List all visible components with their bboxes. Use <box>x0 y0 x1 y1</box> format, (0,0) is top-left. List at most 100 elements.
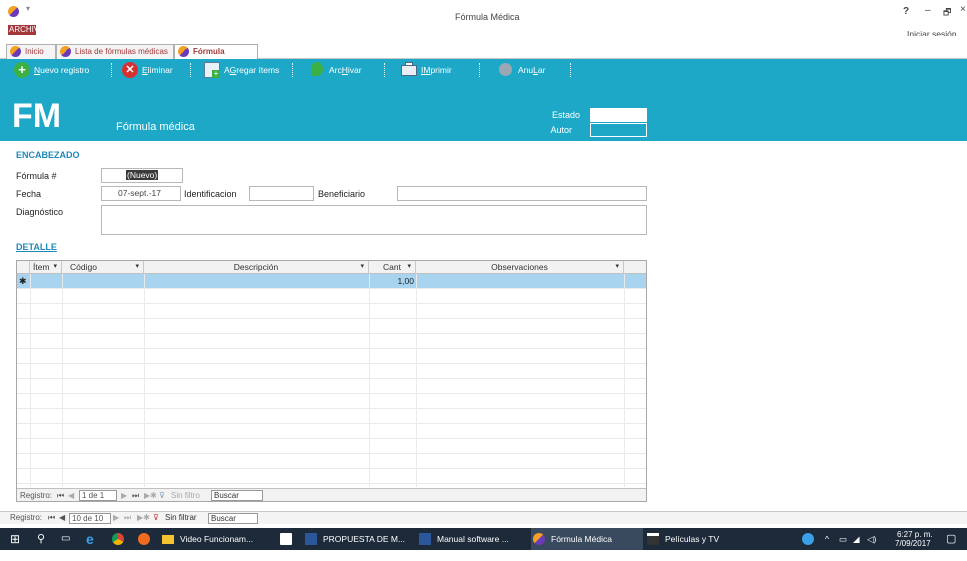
tab-inicio[interactable]: Inicio <box>6 44 56 59</box>
prev-record-button[interactable]: ◀ <box>68 489 74 501</box>
taskbar-app-peliculas[interactable]: Películas y TV <box>645 528 757 550</box>
anular-button[interactable]: AnuLar <box>498 62 545 78</box>
beneficiario-field[interactable] <box>397 186 647 201</box>
chevron-up-icon[interactable]: ^ <box>825 528 829 550</box>
help-tray-icon[interactable] <box>802 533 814 545</box>
network-icon[interactable]: ◢ <box>853 528 860 550</box>
filter-dropdown-icon[interactable]: ▾ <box>407 261 411 273</box>
column-header-codigo[interactable]: Código ▾ <box>62 261 144 274</box>
folder-icon <box>162 535 174 544</box>
fecha-field[interactable]: 07-sept.-17 <box>101 186 181 201</box>
cant-cell[interactable]: 1,00 <box>369 276 414 286</box>
record-position-field[interactable]: 10 de 10 <box>69 513 111 524</box>
table-row <box>17 349 646 364</box>
table-row <box>17 454 646 469</box>
add-icon: + <box>14 62 30 78</box>
prev-record-button[interactable]: ◀ <box>59 512 65 524</box>
filter-dropdown-icon[interactable]: ▾ <box>360 261 364 273</box>
file-menu-button[interactable]: ARCHIVO <box>8 25 45 35</box>
form-icon <box>10 46 21 57</box>
minimize-button[interactable]: – <box>925 5 931 16</box>
first-record-button[interactable]: ⏮ <box>57 489 64 501</box>
start-icon[interactable]: ⊞ <box>10 528 20 550</box>
quick-access-menu-icon[interactable]: ▾ <box>26 4 30 13</box>
fecha-label: Fecha <box>16 189 42 199</box>
detalle-section-title: DETALLE <box>16 242 57 252</box>
toolbar-separator <box>570 63 571 77</box>
column-header-cant[interactable]: Cant ▾ <box>369 261 416 274</box>
last-record-button[interactable]: ⏭ <box>124 512 131 524</box>
restore-button[interactable]: 🗗 <box>943 5 951 21</box>
next-record-button[interactable]: ▶ <box>121 489 127 501</box>
first-record-button[interactable]: ⏮ <box>48 512 55 524</box>
imprimir-button[interactable]: IMprimir <box>401 62 452 78</box>
next-record-button[interactable]: ▶ <box>113 512 119 524</box>
filter-status[interactable]: Sin filtrar <box>165 512 197 524</box>
estado-field <box>590 108 647 122</box>
taskbar-app-propuesta[interactable]: PROPUESTA DE M... <box>303 528 415 550</box>
diagnostico-field[interactable] <box>101 205 647 235</box>
delete-icon: ✕ <box>122 62 138 78</box>
action-toolbar: + Nuevo registro ✕ Eliminar + AGregar ítems… <box>0 59 967 81</box>
table-row <box>17 424 646 439</box>
volume-icon[interactable]: ◁) <box>867 528 876 550</box>
edge-browser-icon[interactable]: e <box>86 528 94 550</box>
close-button[interactable]: × <box>960 4 966 15</box>
help-button[interactable]: ? <box>903 6 909 17</box>
encabezado-section-title: ENCABEZADO <box>16 150 80 160</box>
table-row-new[interactable]: ✱ 1,00 <box>17 274 646 289</box>
column-header-item[interactable]: Ítem ▾ <box>30 261 62 274</box>
word-icon <box>305 533 317 545</box>
grid-search-field[interactable]: Buscar <box>211 490 263 501</box>
filter-icon[interactable]: ⊽ <box>153 512 159 524</box>
notifications-icon[interactable]: ▢ <box>946 528 956 550</box>
grid-header: Ítem ▾ Código ▾ Descripción ▾ Cant ▾ Observa… <box>17 261 646 274</box>
filter-dropdown-icon[interactable]: ▾ <box>615 261 619 273</box>
form-icon <box>178 46 189 57</box>
archivar-button[interactable]: ArcHivar <box>309 62 362 78</box>
new-record-nav-button[interactable]: ▶✱ <box>137 512 150 524</box>
taskbar-app-formula-medica[interactable]: Fórmula Médica <box>531 528 643 550</box>
filter-dropdown-icon[interactable]: ▾ <box>135 261 139 273</box>
formula-label: Fórmula # <box>16 171 57 181</box>
form-code: FM <box>12 97 62 135</box>
beneficiario-label: Beneficiario <box>318 189 366 199</box>
filter-status[interactable]: Sin filtro <box>171 489 200 501</box>
estado-label: Estado <box>551 110 580 120</box>
tab-label: Inicio <box>25 47 44 56</box>
firefox-browser-icon[interactable] <box>138 533 150 545</box>
grid-record-navigator: Registro: ⏮ ◀ 1 de 1 ▶ ⏭ ▶✱ ⊽ Sin filtro… <box>17 488 646 501</box>
table-row <box>17 364 646 379</box>
form-search-field[interactable]: Buscar <box>208 513 258 524</box>
table-row <box>17 304 646 319</box>
identificacion-field[interactable] <box>249 186 314 201</box>
battery-icon[interactable]: ▭ <box>839 528 847 550</box>
no-filter-icon[interactable]: ⊽ <box>159 489 165 501</box>
app-logo-icon[interactable] <box>8 6 19 17</box>
agregar-items-button[interactable]: + AGregar ítems <box>204 62 279 78</box>
clapperboard-icon <box>647 533 659 545</box>
add-items-icon: + <box>204 62 220 78</box>
tab-label: Lista de fórmulas médicas <box>75 47 168 56</box>
filter-dropdown-icon[interactable]: ▾ <box>53 261 57 273</box>
tab-lista-formulas[interactable]: Lista de fórmulas médicas <box>56 44 174 59</box>
eliminar-button[interactable]: ✕ Eliminar <box>122 62 173 78</box>
store-icon[interactable] <box>280 533 292 545</box>
nuevo-registro-button[interactable]: + Nuevo registro <box>14 62 89 78</box>
column-header-observaciones[interactable]: Observaciones ▾ <box>416 261 624 274</box>
chrome-browser-icon[interactable] <box>112 533 124 545</box>
last-record-button[interactable]: ⏭ <box>132 489 139 501</box>
app-logo-icon <box>533 533 545 545</box>
search-icon[interactable]: ⚲ <box>37 528 45 550</box>
taskbar-app-video[interactable]: Video Funcionam... <box>160 528 268 550</box>
new-record-icon: ✱ <box>19 276 27 286</box>
tab-formula-medica[interactable]: Fórmula médica <box>174 44 258 69</box>
word-icon <box>419 533 431 545</box>
task-view-icon[interactable]: ▭ <box>61 528 70 550</box>
clock-date[interactable]: 7/09/2017 <box>895 539 931 561</box>
new-record-nav-button[interactable]: ▶✱ <box>144 489 157 501</box>
table-row <box>17 289 646 304</box>
column-header-descripcion[interactable]: Descripción ▾ <box>144 261 369 274</box>
record-position-field[interactable]: 1 de 1 <box>79 490 117 501</box>
taskbar-app-manual[interactable]: Manual software ... <box>417 528 529 550</box>
